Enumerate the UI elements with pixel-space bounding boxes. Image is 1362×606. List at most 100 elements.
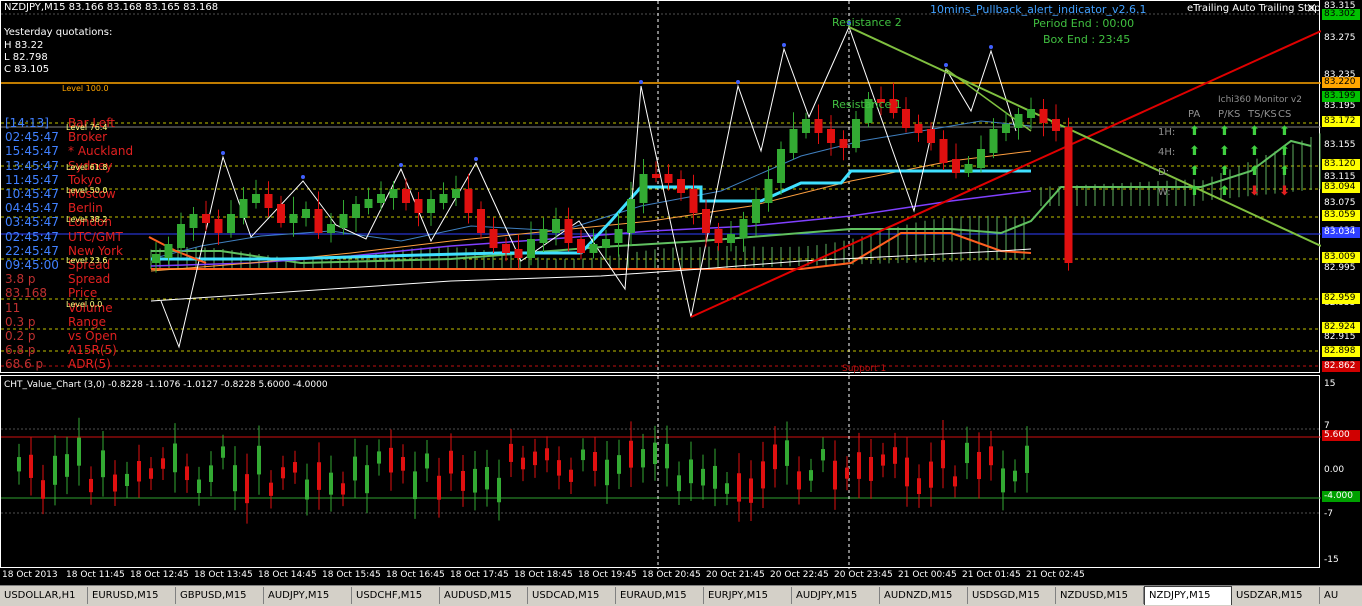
value-body	[161, 458, 165, 469]
yesterday-low: L 82.798	[4, 52, 48, 63]
monitor-arrow-icon: ⬆	[1219, 164, 1230, 179]
candle-body	[564, 219, 573, 243]
info-label: Berlin	[68, 201, 103, 216]
close-icon[interactable]: ×	[1306, 1, 1317, 16]
fractal-dot	[736, 80, 740, 84]
candle-body	[452, 189, 460, 198]
symbol-tab[interactable]: AUDNZD,M15	[880, 587, 968, 604]
price-badge: 83.059	[1322, 210, 1360, 221]
price-badge: 83.094	[1322, 182, 1360, 193]
candle-body	[589, 244, 598, 253]
symbol-tab[interactable]: EURJPY,M15	[704, 587, 792, 604]
symbol-tab[interactable]: AUDJPY,M15	[792, 587, 880, 604]
symbol-tab[interactable]: GBPUSD,M15	[176, 587, 264, 604]
price-axis: 83.315 83.275 83.235 83.195 83.155 83.115 83.0…	[1321, 0, 1362, 373]
candle-body	[739, 219, 748, 238]
candle-body	[814, 119, 823, 133]
info-label: Price	[68, 286, 98, 301]
candle-body	[402, 189, 410, 203]
value-chart-panel[interactable]	[0, 375, 1321, 569]
value-body	[461, 470, 465, 491]
monitor-header: PA	[1188, 109, 1201, 120]
info-label: UTC/GMT	[68, 229, 123, 244]
monitor-arrow-icon: ⬇	[1279, 184, 1290, 199]
value-body	[737, 473, 741, 502]
candle-body	[702, 209, 710, 233]
monitor-arrow-icon: ⬇	[1249, 184, 1260, 199]
symbol-tab[interactable]: NZDUSD,M15	[1056, 587, 1144, 604]
yesterday-title: Yesterday quotations:	[4, 27, 113, 38]
info-value: 83.168	[5, 286, 47, 301]
monitor-arrow-icon: ⬆	[1279, 124, 1290, 139]
price-badge: 83.120	[1322, 159, 1360, 170]
symbol-tab[interactable]: USDCAD,M15	[528, 587, 616, 604]
candle-body	[377, 194, 385, 203]
symbol-tab[interactable]: AUDJPY,M15	[264, 587, 352, 604]
time-axis-label: 18 Oct 19:45	[578, 570, 637, 580]
value-body	[17, 457, 21, 472]
value-body	[845, 467, 849, 479]
price-axis-label: 83.075	[1324, 198, 1356, 208]
value-body	[437, 475, 441, 500]
candle-body	[602, 239, 610, 248]
value-body	[233, 465, 237, 492]
candle-body	[164, 244, 173, 258]
symbol-tab[interactable]: USDZAR,M15	[1232, 587, 1320, 604]
symbol-tab[interactable]: NZDJPY,M15	[1144, 586, 1232, 605]
symbol-tab[interactable]: USDCHF,M15	[352, 587, 440, 604]
fractal-dot	[399, 163, 403, 167]
value-body	[677, 475, 681, 492]
info-value: 3.8 p	[5, 272, 36, 287]
main-chart-panel[interactable]	[0, 0, 1321, 374]
value-chart-canvas[interactable]	[1, 376, 1321, 569]
monitor-arrow-icon: ⬆	[1189, 184, 1200, 199]
value-body	[977, 451, 981, 480]
price-axis-label: 83.275	[1324, 33, 1356, 43]
time-axis-label: 18 Oct 11:45	[66, 570, 125, 580]
symbol-tab[interactable]: USDOLLAR,H1	[0, 587, 88, 604]
info-label: Tokyo	[68, 172, 102, 187]
info-value: [14:13]	[5, 116, 49, 130]
price-badge: 82.959	[1322, 293, 1360, 304]
price-axis-label: 82.995	[1324, 263, 1356, 273]
fractal-dot	[989, 45, 993, 49]
pullback-indicator-title: 10mins_Pullback_alert_indicator_v2.6.1	[930, 3, 1147, 16]
symbol-tab[interactable]: AUDUSD,M15	[440, 587, 528, 604]
value-body	[125, 473, 129, 486]
info-label: * Auckland	[68, 144, 134, 159]
symbol-tab[interactable]: EURAUD,M15	[616, 587, 704, 604]
info-value: 68.6 p	[5, 357, 44, 372]
value-body	[581, 449, 585, 461]
time-axis-label: 18 Oct 18:45	[514, 570, 573, 580]
candle-body	[252, 194, 260, 203]
value-axis: 15 7 0.00 -7 -15 5.600 -4.000	[1321, 375, 1362, 568]
candle-body	[502, 244, 510, 253]
candle-body	[1052, 119, 1060, 131]
candle-body	[752, 199, 760, 223]
monitor-title: Ichi360 Monitor v2	[1218, 95, 1302, 105]
value-body	[773, 444, 777, 470]
monitor-header: P/KS	[1218, 109, 1241, 120]
value-body	[569, 469, 573, 482]
time-axis-label: 21 Oct 00:45	[898, 570, 957, 580]
price-chart-canvas[interactable]	[1, 1, 1321, 374]
price-axis-label: 83.115	[1324, 172, 1356, 182]
moving-average	[150, 248, 1032, 302]
time-axis-label: 20 Oct 23:45	[834, 570, 893, 580]
symbol-tab[interactable]: AU	[1320, 587, 1362, 604]
yesterday-high: H 83.22	[4, 40, 44, 51]
value-body	[209, 465, 213, 482]
candle-body	[389, 189, 398, 198]
candle-body	[639, 174, 648, 203]
symbol-tab[interactable]: EURUSD,M15	[88, 587, 176, 604]
candle-body	[727, 234, 735, 243]
symbol-tab[interactable]: USDSGD,M15	[968, 587, 1056, 604]
trailing-stop-title: eTrailing Auto Trailing Stop	[1187, 3, 1321, 14]
candle-body	[427, 199, 435, 213]
value-axis-label: 0.00	[1324, 465, 1345, 475]
info-label: Spread	[68, 272, 111, 287]
value-body	[353, 456, 357, 481]
value-body	[425, 453, 429, 469]
box-end-label: Box End : 23:45	[1043, 33, 1131, 46]
candle-body	[339, 214, 348, 228]
